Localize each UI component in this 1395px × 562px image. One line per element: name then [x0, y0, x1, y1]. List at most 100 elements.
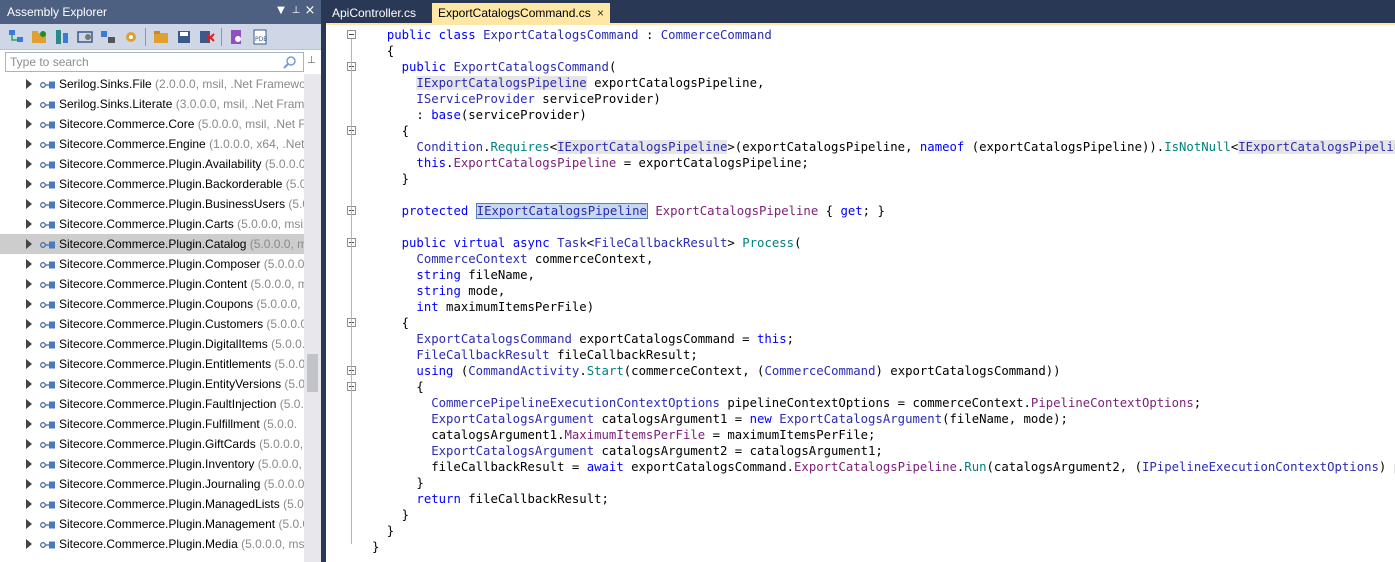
- tree-item[interactable]: Sitecore.Commerce.Plugin.Content (5.0.0.…: [0, 274, 304, 294]
- expand-arrow-icon[interactable]: [26, 119, 32, 129]
- code-line[interactable]: protected IExportCatalogsPipeline Export…: [372, 203, 1395, 219]
- search-icon[interactable]: [283, 55, 297, 69]
- tree-item[interactable]: Sitecore.Commerce.Plugin.Carts (5.0.0.0,…: [0, 214, 304, 234]
- code-line[interactable]: IExportCatalogsPipeline exportCatalogsPi…: [372, 75, 1395, 91]
- panel-close-button[interactable]: ×: [304, 4, 316, 18]
- code-line[interactable]: Condition.Requires<IExportCatalogsPipeli…: [372, 139, 1395, 155]
- tree-item[interactable]: Sitecore.Commerce.Engine (1.0.0.0, x64, …: [0, 134, 304, 154]
- gac-icon[interactable]: [75, 27, 95, 47]
- expand-arrow-icon[interactable]: [26, 379, 32, 389]
- expand-arrow-icon[interactable]: [26, 519, 32, 529]
- tree-item[interactable]: Sitecore.Commerce.Plugin.Composer (5.0.0…: [0, 254, 304, 274]
- code-line[interactable]: CommercePipelineExecutionContextOptions …: [372, 395, 1395, 411]
- tree-item[interactable]: Sitecore.Commerce.Plugin.Entitlements (5…: [0, 354, 304, 374]
- code-line[interactable]: ExportCatalogsCommand exportCatalogsComm…: [372, 331, 1395, 347]
- code-line[interactable]: : base(serviceProvider): [372, 107, 1395, 123]
- nuget-icon[interactable]: [52, 27, 72, 47]
- expand-arrow-icon[interactable]: [26, 399, 32, 409]
- tree-item[interactable]: Sitecore.Commerce.Plugin.Inventory (5.0.…: [0, 454, 304, 474]
- expand-arrow-icon[interactable]: [26, 279, 32, 289]
- tree-item[interactable]: Serilog.Sinks.Literate (3.0.0.0, msil, .…: [0, 94, 304, 114]
- code-line[interactable]: }: [372, 523, 1395, 539]
- code-line[interactable]: return fileCallbackResult;: [372, 491, 1395, 507]
- tree-item[interactable]: Sitecore.Commerce.Plugin.Management (5.0…: [0, 514, 304, 534]
- code-line[interactable]: public class ExportCatalogsCommand : Com…: [372, 27, 1395, 43]
- panel-pin-button[interactable]: ⊥: [290, 4, 302, 18]
- expand-arrow-icon[interactable]: [26, 479, 32, 489]
- tree-item[interactable]: Sitecore.Commerce.Plugin.Journaling (5.0…: [0, 474, 304, 494]
- code-text[interactable]: public class ExportCatalogsCommand : Com…: [372, 27, 1395, 555]
- pdb-icon[interactable]: [227, 27, 247, 47]
- expand-arrow-icon[interactable]: [26, 299, 32, 309]
- code-line[interactable]: FileCallbackResult fileCallbackResult;: [372, 347, 1395, 363]
- expand-arrow-icon[interactable]: [26, 319, 32, 329]
- open-folder-icon[interactable]: [29, 27, 49, 47]
- tree-item[interactable]: Sitecore.Commerce.Plugin.GiftCards (5.0.…: [0, 434, 304, 454]
- tree-item[interactable]: Sitecore.Commerce.Plugin.Backorderable (…: [0, 174, 304, 194]
- expand-arrow-icon[interactable]: [26, 79, 32, 89]
- code-line[interactable]: {: [372, 43, 1395, 59]
- expand-arrow-icon[interactable]: [26, 259, 32, 269]
- tree-item[interactable]: Serilog.Sinks.File (2.0.0.0, msil, .Net …: [0, 74, 304, 94]
- tab-exportcatalogscommand[interactable]: ExportCatalogsCommand.cs ×: [432, 3, 610, 24]
- tree-item[interactable]: Sitecore.Commerce.Plugin.Coupons (5.0.0.…: [0, 294, 304, 314]
- expand-arrow-icon[interactable]: [26, 199, 32, 209]
- code-line[interactable]: int maximumItemsPerFile): [372, 299, 1395, 315]
- expand-arrow-icon[interactable]: [26, 539, 32, 549]
- code-line[interactable]: ExportCatalogsArgument catalogsArgument1…: [372, 411, 1395, 427]
- fold-toggle-icon[interactable]: [347, 30, 356, 39]
- expand-arrow-icon[interactable]: [26, 99, 32, 109]
- expand-arrow-icon[interactable]: [26, 179, 32, 189]
- expand-arrow-icon[interactable]: [26, 339, 32, 349]
- code-line[interactable]: catalogsArgument1.MaximumItemsPerFile = …: [372, 427, 1395, 443]
- expand-arrow-icon[interactable]: [26, 359, 32, 369]
- code-line[interactable]: string mode,: [372, 283, 1395, 299]
- folder-icon[interactable]: [151, 27, 171, 47]
- code-line[interactable]: [372, 219, 1395, 235]
- code-line[interactable]: public ExportCatalogsCommand(: [372, 59, 1395, 75]
- code-line[interactable]: fileCallbackResult = await exportCatalog…: [372, 459, 1395, 475]
- save-icon[interactable]: [174, 27, 194, 47]
- tree-item[interactable]: Sitecore.Commerce.Plugin.ManagedLists (5…: [0, 494, 304, 514]
- open-assembly-icon[interactable]: [6, 27, 26, 47]
- tab-apicontroller[interactable]: ApiController.cs: [326, 3, 430, 24]
- tree-item[interactable]: Sitecore.Commerce.Core (5.0.0.0, msil, .…: [0, 114, 304, 134]
- tree-item[interactable]: Sitecore.Commerce.Plugin.Media (5.0.0.0,…: [0, 534, 304, 554]
- tree-item[interactable]: Sitecore.Commerce.Plugin.Fulfillment (5.…: [0, 414, 304, 434]
- expand-arrow-icon[interactable]: [26, 219, 32, 229]
- tree-item[interactable]: Sitecore.Commerce.Plugin.EntityVersions …: [0, 374, 304, 394]
- code-line[interactable]: using (CommandActivity.Start(commerceCon…: [372, 363, 1395, 379]
- code-editor[interactable]: public class ExportCatalogsCommand : Com…: [326, 25, 1395, 562]
- search-input[interactable]: [6, 53, 276, 71]
- expand-arrow-icon[interactable]: [26, 459, 32, 469]
- code-line[interactable]: }: [372, 507, 1395, 523]
- refresh-icon[interactable]: [98, 27, 118, 47]
- code-line[interactable]: {: [372, 315, 1395, 331]
- panel-dropdown-button[interactable]: ▼: [275, 4, 287, 18]
- search-pin-icon[interactable]: ⊥: [307, 55, 317, 69]
- code-line[interactable]: string fileName,: [372, 267, 1395, 283]
- tree-item[interactable]: Sitecore.Commerce.Plugin.DigitalItems (5…: [0, 334, 304, 354]
- expand-arrow-icon[interactable]: [26, 139, 32, 149]
- code-line[interactable]: public virtual async Task<FileCallbackRe…: [372, 235, 1395, 251]
- pdb-export-icon[interactable]: PDB: [250, 27, 270, 47]
- expand-arrow-icon[interactable]: [26, 419, 32, 429]
- code-line[interactable]: [372, 187, 1395, 203]
- tree-scrollbar[interactable]: [304, 74, 321, 562]
- code-line[interactable]: }: [372, 539, 1395, 555]
- tree-item[interactable]: Sitecore.Commerce.Plugin.BusinessUsers (…: [0, 194, 304, 214]
- code-line[interactable]: ExportCatalogsArgument catalogsArgument2…: [372, 443, 1395, 459]
- settings-icon[interactable]: [121, 27, 141, 47]
- expand-arrow-icon[interactable]: [26, 239, 32, 249]
- tree-item[interactable]: Sitecore.Commerce.Plugin.Catalog (5.0.0.…: [0, 234, 304, 254]
- code-line[interactable]: }: [372, 475, 1395, 491]
- remove-icon[interactable]: [197, 27, 217, 47]
- tree-item[interactable]: Sitecore.Commerce.Plugin.FaultInjection …: [0, 394, 304, 414]
- code-line[interactable]: }: [372, 171, 1395, 187]
- expand-arrow-icon[interactable]: [26, 499, 32, 509]
- code-line[interactable]: this.ExportCatalogsPipeline = exportCata…: [372, 155, 1395, 171]
- expand-arrow-icon[interactable]: [26, 439, 32, 449]
- expand-arrow-icon[interactable]: [26, 159, 32, 169]
- tree-item[interactable]: Sitecore.Commerce.Plugin.Availability (5…: [0, 154, 304, 174]
- code-line[interactable]: {: [372, 379, 1395, 395]
